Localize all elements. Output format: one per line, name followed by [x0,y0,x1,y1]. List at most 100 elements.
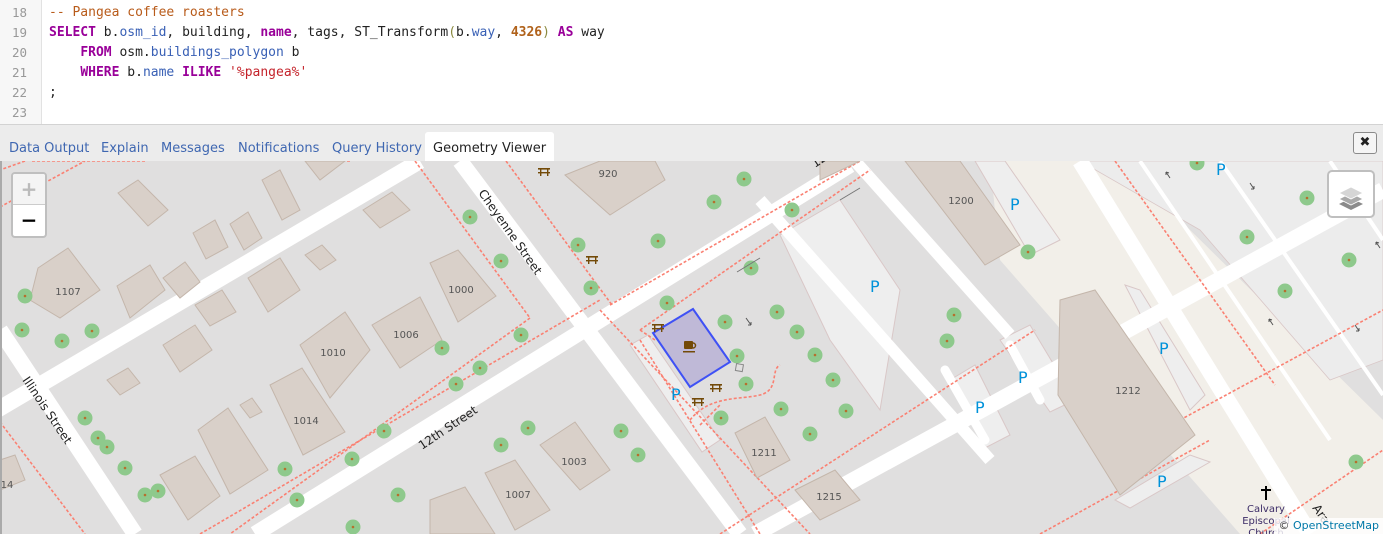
parking-label: P [671,385,681,404]
building-number-label: 1003 [561,457,586,468]
code-area[interactable]: -- Pangea coffee roasters SELECT b.osm_id… [49,3,605,123]
tree-trunk-dot [779,407,783,411]
code-token: b. [119,65,143,80]
tree-trunk-dot [945,339,949,343]
line-number: 20 [11,45,27,60]
tree-trunk-dot [499,259,503,263]
building-number-label: 1215 [816,492,841,503]
line-number: 23 [11,105,27,120]
openstreetmap-link[interactable]: OpenStreetMap [1293,519,1379,532]
tree-trunk-dot [156,489,160,493]
geometry-map[interactable]: 920 1107 1000 1006 1010 1014 1003 1007 1211 1215 1… [0,161,1383,534]
tree-trunk-dot [589,286,593,290]
building-number-label: 1212 [1115,386,1140,397]
copyright-symbol: © [1278,519,1293,532]
tree-trunk-dot [350,457,354,461]
tab-notifications[interactable]: Notifications [230,132,327,161]
tree-trunk-dot [519,333,523,337]
tree-trunk-dot [283,467,287,471]
tree-trunk-dot [396,493,400,497]
building-number-label: 14 [1,480,14,491]
code-token: name [142,65,175,80]
tree-trunk-dot [576,243,580,247]
code-token: -- Pangea coffee roasters [49,5,245,20]
tree-trunk-dot [749,266,753,270]
code-line: FROM osm.buildings_polygon b [49,43,605,63]
code-line: SELECT b.osm_id, building, name, tags, S… [49,23,605,43]
code-token: SELECT [49,25,96,40]
tree-trunk-dot [723,320,727,324]
building-number-label: 1211 [751,448,776,459]
zoom-control: + − [11,172,47,238]
zoom-in-button[interactable]: + [13,174,45,205]
tree-trunk-dot [744,382,748,386]
tab-explain[interactable]: Explain [93,132,157,161]
tree-trunk-dot [60,339,64,343]
tree-trunk-dot [478,366,482,370]
tree-trunk-dot [20,328,24,332]
code-token: way [471,25,496,40]
map-attribution: © OpenStreetMap [1274,518,1383,534]
code-token: FROM [80,45,112,60]
tree-trunk-dot [719,416,723,420]
tree-trunk-dot [808,432,812,436]
tree-trunk-dot [636,453,640,457]
code-token: ) [542,25,550,40]
parking-label: P [1018,368,1028,387]
tab-messages[interactable]: Messages [153,132,233,161]
tab-geometry-viewer[interactable]: Geometry Viewer [425,132,555,161]
code-token: '%pangea%' [229,65,308,80]
building-number-label: 1006 [393,330,418,341]
parking-label: P [1216,161,1226,179]
zoom-out-button[interactable]: − [13,205,45,235]
tree-trunk-dot [90,329,94,333]
tree-trunk-dot [440,346,444,350]
layers-control-button[interactable] [1327,170,1375,218]
close-panel-button[interactable]: ✖ [1353,132,1377,154]
tree-trunk-dot [795,330,799,334]
code-token: osm. [111,45,151,60]
sql-editor[interactable]: 18 19 20 21 22 23 -- Pangea coffee roasters SE… [0,0,1383,125]
tree-trunk-dot [351,525,355,529]
tree-trunk-dot [23,294,27,298]
building-number-label: 1007 [505,490,530,501]
tree-trunk-dot [790,208,794,212]
tab-data-output[interactable]: Data Output [1,132,97,161]
tree-trunk-dot [735,354,739,358]
code-token: b. [95,25,120,40]
parking-label: P [870,277,880,296]
line-number: 18 [11,5,27,20]
code-token: ILIKE [182,65,222,80]
code-token: way [573,25,605,40]
parking-label: P [1159,339,1169,358]
code-token: name [260,25,292,40]
building-number-label: 1000 [448,285,473,296]
line-number: 19 [11,25,27,40]
tree-trunk-dot [619,429,623,433]
tree-trunk-dot [526,426,530,430]
code-token: buildings_polygon [150,45,284,60]
tree-trunk-dot [952,313,956,317]
tab-query-history[interactable]: Query History [324,132,430,161]
tree-trunk-dot [499,443,503,447]
tree-trunk-dot [656,239,660,243]
tree-trunk-dot [775,310,779,314]
code-token: ; [49,85,57,100]
map-tiles: 920 1107 1000 1006 1010 1014 1003 1007 1211 1215 1… [1,161,1383,534]
tree-trunk-dot [105,445,109,449]
building-number-label: 1200 [948,196,973,207]
code-token: , tags, ST_Transform [291,25,449,40]
code-line: ; [49,83,605,103]
tree-trunk-dot [742,177,746,181]
building-number-label: 1107 [55,287,80,298]
tree-trunk-dot [83,416,87,420]
tree-trunk-dot [1354,460,1358,464]
tree-trunk-dot [665,301,669,305]
line-number-gutter: 18 19 20 21 22 23 [0,0,42,124]
tree-trunk-dot [1283,289,1287,293]
tree-trunk-dot [712,200,716,204]
